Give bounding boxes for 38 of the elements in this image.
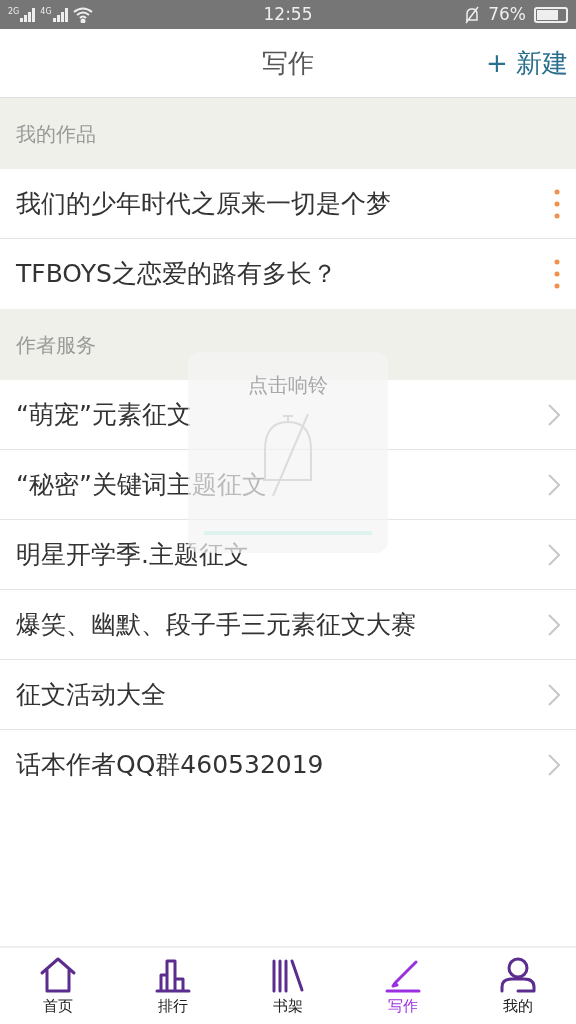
chevron-right-icon xyxy=(548,683,560,706)
wifi-icon xyxy=(72,6,93,23)
section-title: 作者服务 xyxy=(16,331,96,359)
battery-percent: 76% xyxy=(488,2,526,26)
item-title: TFBOYS之恋爱的路有多长？ xyxy=(16,258,338,291)
chevron-right-icon xyxy=(548,543,560,566)
chevron-right-icon xyxy=(548,473,560,496)
bell-muted-icon xyxy=(464,5,481,24)
chevron-right-icon xyxy=(548,613,560,636)
item-title: 征文活动大全 xyxy=(16,678,167,711)
chevron-right-icon xyxy=(548,403,560,426)
chevron-right-icon xyxy=(548,754,560,776)
network-label: 2G xyxy=(8,7,20,16)
page-title: 写作 xyxy=(262,46,314,80)
more-icon[interactable] xyxy=(554,259,560,289)
list-item[interactable]: TFBOYS之恋爱的路有多长？ xyxy=(0,239,576,309)
section-title: 我的作品 xyxy=(16,120,96,148)
list-item[interactable]: 我们的少年时代之原来一切是个梦 xyxy=(0,169,576,239)
item-title: 话本作者QQ群460532019 xyxy=(16,749,325,782)
battery-icon xyxy=(534,6,568,23)
item-title: 明星开学季.主题征文 xyxy=(16,538,250,571)
nav-tab[interactable]: 我的 xyxy=(460,948,576,1024)
nav-tab[interactable]: 书架 xyxy=(230,948,346,1024)
item-title: 爆笑、幽默、段子手三元素征文大赛 xyxy=(16,608,417,641)
signal-icon xyxy=(20,7,37,22)
nav-tab[interactable]: 首页 xyxy=(0,948,116,1024)
nav-tab[interactable]: 排行 xyxy=(115,948,231,1024)
nav-tab[interactable]: 写作 xyxy=(345,948,461,1024)
list-item[interactable]: 爆笑、幽默、段子手三元素征文大赛 xyxy=(0,590,576,660)
list-item[interactable]: 话本作者QQ群460532019 xyxy=(0,730,576,800)
item-title: “萌宠”元素征文 xyxy=(16,398,193,431)
list-item[interactable]: 征文活动大全 xyxy=(0,660,576,730)
new-button[interactable]: + 新建 xyxy=(485,43,568,83)
item-title: 我们的少年时代之原来一切是个梦 xyxy=(16,187,392,220)
status-time: 12:55 xyxy=(262,2,314,26)
signal-icon xyxy=(52,7,69,22)
network-label: 4G xyxy=(40,7,52,16)
more-icon[interactable] xyxy=(554,188,560,219)
